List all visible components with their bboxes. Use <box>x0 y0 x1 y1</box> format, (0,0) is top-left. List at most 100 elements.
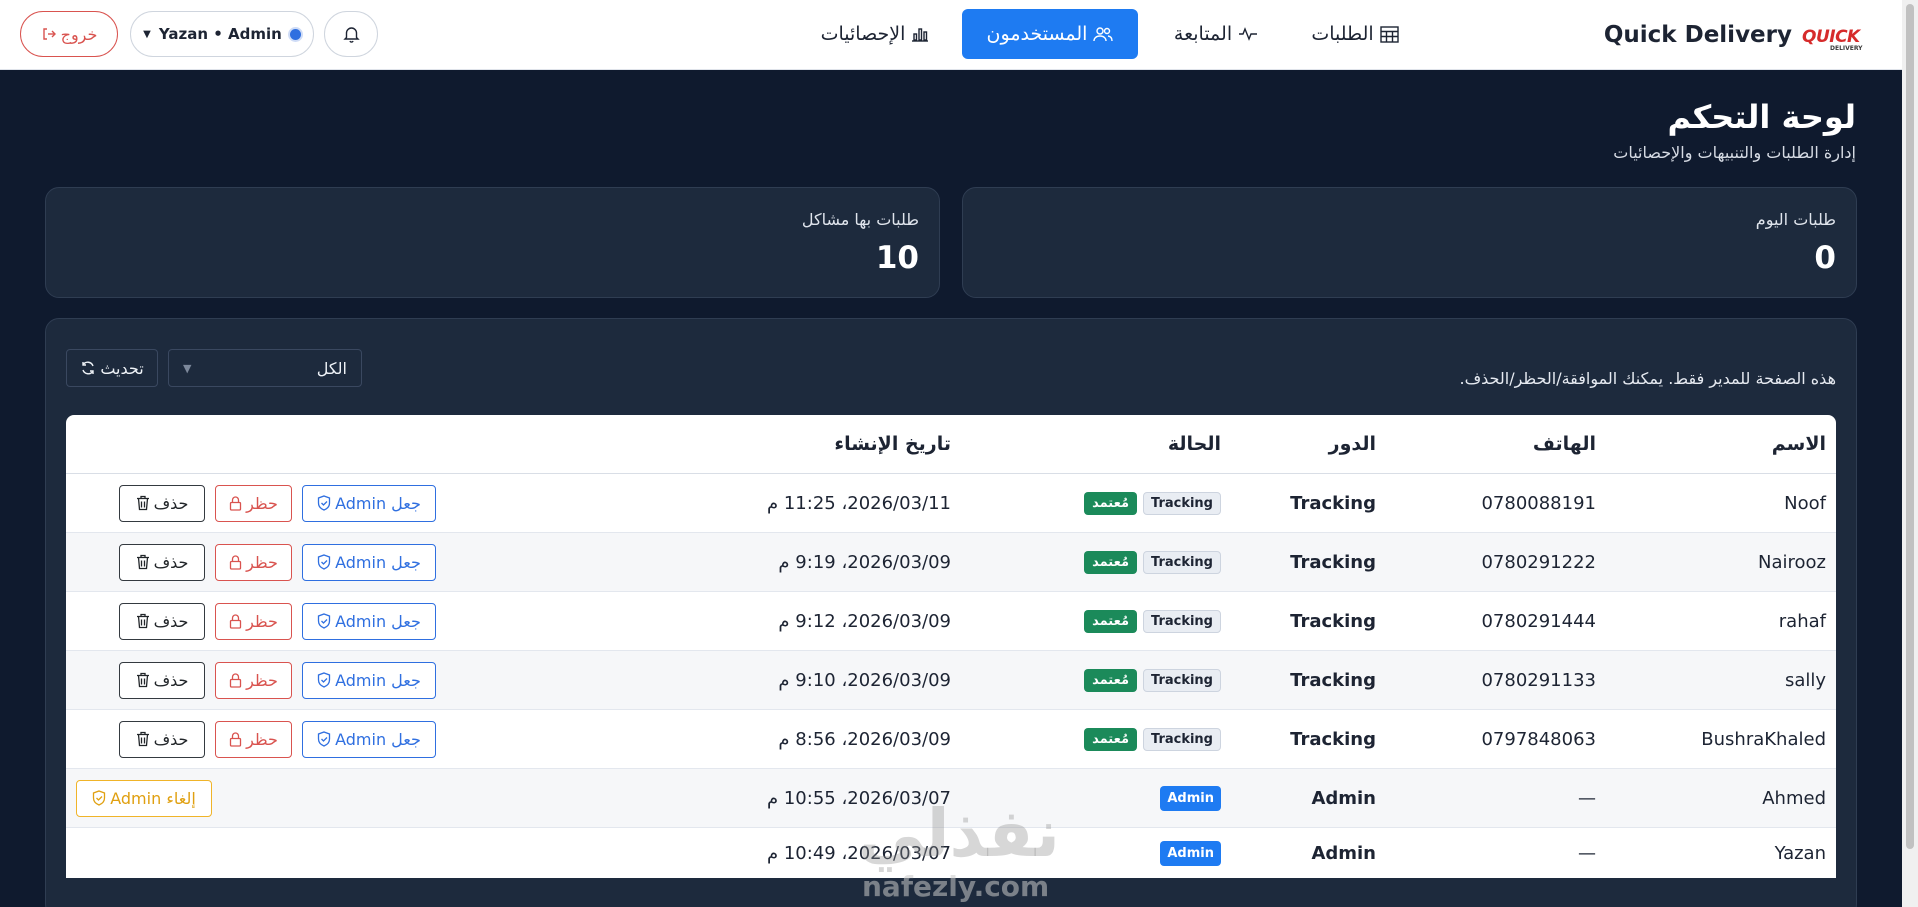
ban-button[interactable]: حظر <box>215 720 292 758</box>
user-phone: 0780291133 <box>1481 669 1596 691</box>
trash-icon <box>136 554 150 570</box>
make-admin-button[interactable]: جعل Admin <box>302 484 436 522</box>
admin-notice: هذه الصفحة للمدير فقط. يمكنك الموافقة/ال… <box>1459 369 1836 388</box>
user-menu-button[interactable]: ▼ Yazan • Admin <box>130 11 314 57</box>
user-created-date: 2026/03/09، 8:56 م <box>778 728 951 750</box>
user-role: Tracking <box>1290 728 1376 750</box>
approved-badge: مُعتمد <box>1084 727 1137 751</box>
lock-icon <box>229 613 242 629</box>
user-name: Nairooz <box>1758 551 1826 573</box>
make-admin-button[interactable]: جعل Admin <box>302 543 436 581</box>
delete-label: حذف <box>153 493 189 513</box>
nav-statistics[interactable]: الإحصائيات <box>800 9 950 59</box>
delete-button[interactable]: حذف <box>119 543 205 581</box>
revoke-admin-button[interactable]: إلغاء Admin <box>76 779 212 817</box>
user-name: Noof <box>1784 492 1826 514</box>
watermark-latin: nafezly.com <box>862 870 1050 903</box>
approved-badge: مُعتمد <box>1084 491 1137 515</box>
user-phone: 0780291222 <box>1481 551 1596 573</box>
nav-orders[interactable]: الطلبات <box>1300 9 1410 59</box>
make-admin-label: جعل Admin <box>335 611 421 631</box>
page-scrollbar[interactable] <box>1902 0 1918 907</box>
brand-name: Quick Delivery <box>1603 22 1792 48</box>
refresh-label: تحديث <box>100 358 144 378</box>
logout-icon <box>41 26 57 42</box>
shield-icon <box>317 672 331 688</box>
ban-button[interactable]: حظر <box>215 602 292 640</box>
nav-users[interactable]: المستخدمون <box>962 9 1138 59</box>
top-navbar: خروج ▼ Yazan • Admin الإحصائيات المستخدم… <box>0 0 1902 70</box>
stat-label: طلبات اليوم <box>1755 210 1836 229</box>
chevron-down-icon: ▼ <box>143 28 151 40</box>
stat-value: 0 <box>1814 240 1836 276</box>
user-role: Admin <box>1311 787 1376 809</box>
activity-icon <box>1238 26 1258 42</box>
brand-logo: QUICK DELIVERY <box>1802 17 1866 53</box>
row-actions: حذف حظر جعل Admin <box>76 710 436 768</box>
make-admin-button[interactable]: جعل Admin <box>302 720 436 758</box>
row-actions: إلغاء Admin <box>76 769 436 827</box>
nav-orders-label: الطلبات <box>1311 23 1374 45</box>
delete-button[interactable]: حذف <box>119 720 205 758</box>
user-name: Ahmed <box>1762 787 1826 809</box>
make-admin-label: جعل Admin <box>335 729 421 749</box>
shield-icon <box>317 554 331 570</box>
make-admin-label: جعل Admin <box>335 552 421 572</box>
user-role: Admin <box>1311 842 1376 864</box>
delete-button[interactable]: حذف <box>119 602 205 640</box>
user-phone: 0780088191 <box>1481 492 1596 514</box>
stat-value: 10 <box>875 240 919 276</box>
nav-tracking[interactable]: المتابعة <box>1156 9 1276 59</box>
table-icon <box>1379 25 1399 43</box>
user-phone: — <box>1578 787 1596 809</box>
nav-tracking-label: المتابعة <box>1173 23 1233 45</box>
table-row: Nairooz 0780291222 Tracking Tracking مُع… <box>66 533 1836 592</box>
table-row: rahaf 0780291444 Tracking Tracking مُعتم… <box>66 592 1836 651</box>
user-status: Tracking مُعتمد <box>1021 651 1221 709</box>
role-filter-select[interactable]: الكل ▼ <box>168 349 362 387</box>
ban-button[interactable]: حظر <box>215 661 292 699</box>
user-status: Tracking مُعتمد <box>1021 592 1221 650</box>
row-actions: حذف حظر جعل Admin <box>76 651 436 709</box>
ban-button[interactable]: حظر <box>215 484 292 522</box>
role-badge: Tracking <box>1143 491 1221 515</box>
bell-icon <box>342 25 360 43</box>
ban-label: حظر <box>246 729 278 749</box>
make-admin-button[interactable]: جعل Admin <box>302 661 436 699</box>
approved-badge: مُعتمد <box>1084 668 1137 692</box>
logout-button[interactable]: خروج <box>20 11 118 57</box>
stat-label: طلبات بها مشاكل <box>801 210 919 229</box>
user-role: Tracking <box>1290 669 1376 691</box>
column-header-phone: الهاتف <box>1532 433 1596 455</box>
user-created-date: 2026/03/11، 11:25 م <box>766 492 951 514</box>
lock-icon <box>229 672 242 688</box>
shield-icon <box>317 613 331 629</box>
logout-label: خروج <box>60 24 98 44</box>
delete-button[interactable]: حذف <box>119 661 205 699</box>
ban-label: حظر <box>246 552 278 572</box>
admin-badge: Admin <box>1160 840 1221 866</box>
delete-button[interactable]: حذف <box>119 484 205 522</box>
ban-button[interactable]: حظر <box>215 543 292 581</box>
user-status: Tracking مُعتمد <box>1021 474 1221 532</box>
brand[interactable]: Quick Delivery QUICK DELIVERY <box>1604 14 1866 56</box>
role-badge: Tracking <box>1143 668 1221 692</box>
column-header-created: تاريخ الإنشاء <box>834 433 951 455</box>
scrollbar-thumb[interactable] <box>1906 4 1914 849</box>
page-subtitle: إدارة الطلبات والتنبيهات والإحصائيات <box>1613 143 1856 162</box>
column-header-role: الدور <box>1328 433 1376 455</box>
user-status: Tracking مُعتمد <box>1021 533 1221 591</box>
bar-chart-icon <box>911 26 929 42</box>
refresh-button[interactable]: تحديث <box>66 349 158 387</box>
user-phone: 0780291444 <box>1481 610 1596 632</box>
shield-icon <box>317 731 331 747</box>
user-name: rahaf <box>1778 610 1826 632</box>
lock-icon <box>229 731 242 747</box>
notifications-button[interactable] <box>324 11 378 57</box>
trash-icon <box>136 731 150 747</box>
chevron-down-icon: ▼ <box>183 361 192 375</box>
make-admin-button[interactable]: جعل Admin <box>302 602 436 640</box>
role-badge: Tracking <box>1143 609 1221 633</box>
refresh-icon <box>80 360 96 376</box>
lock-icon <box>229 495 242 511</box>
